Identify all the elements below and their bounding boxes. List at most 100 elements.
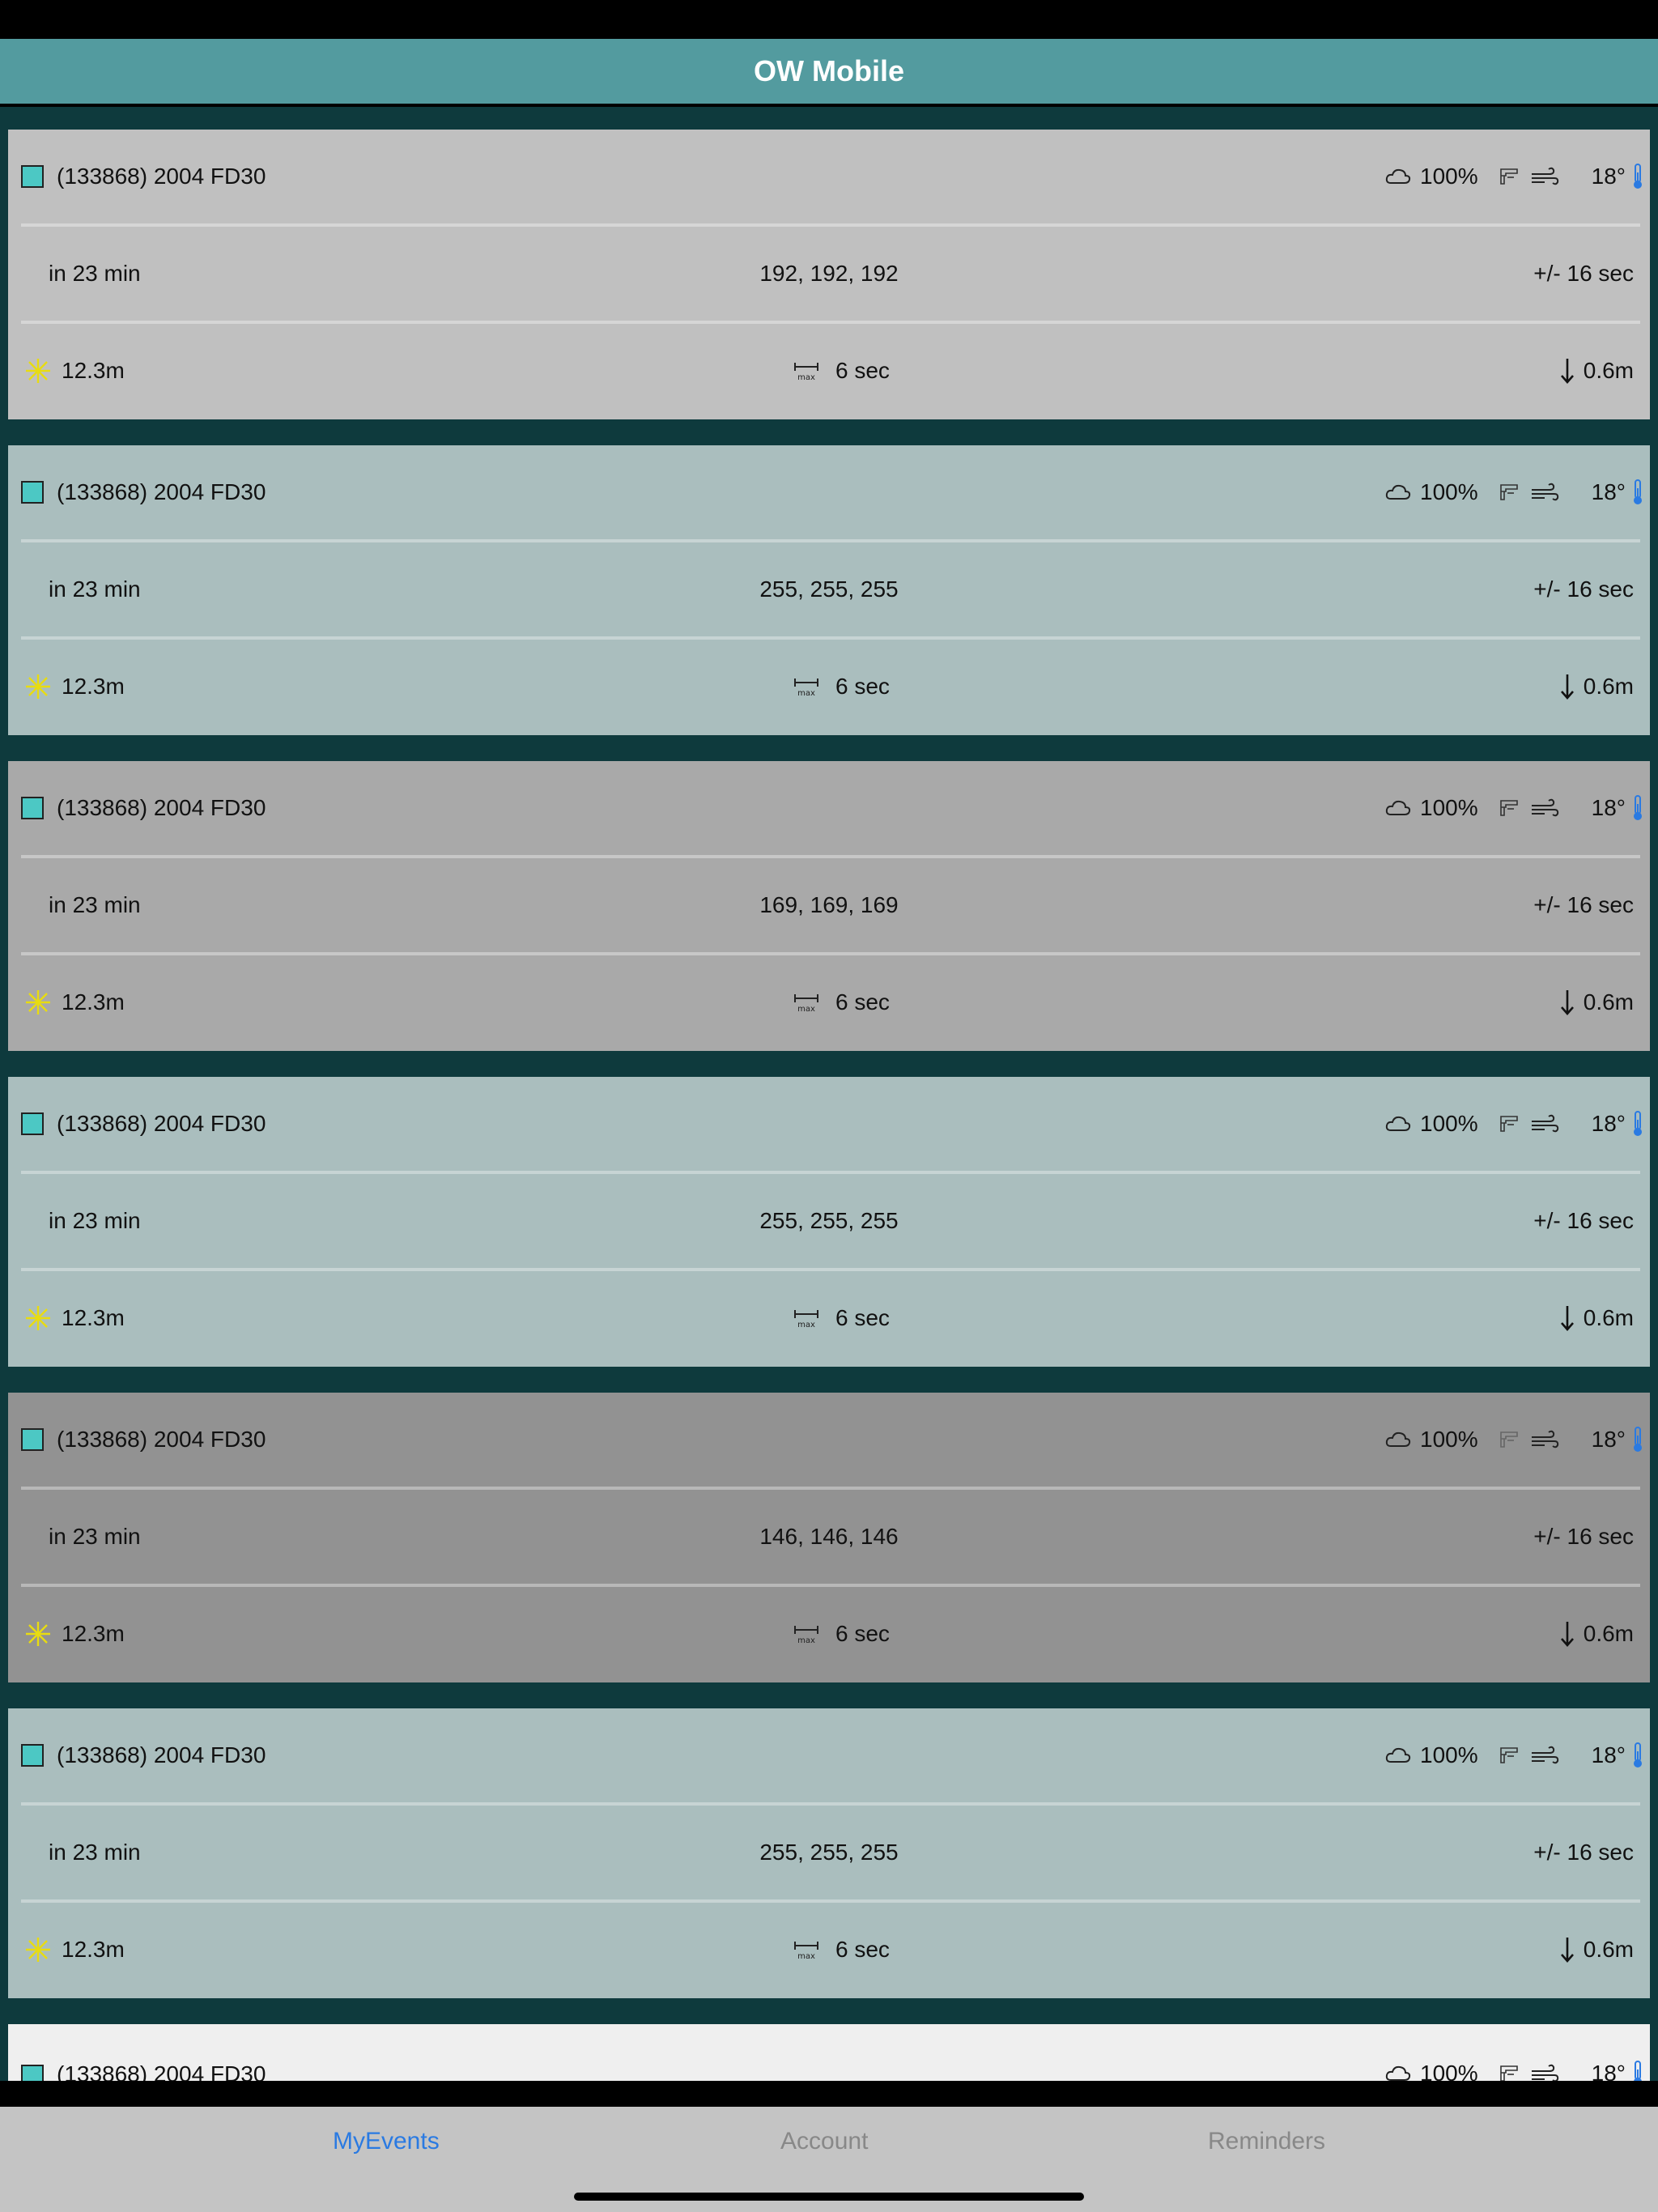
event-color-value: 255, 255, 255 [759,1208,899,1233]
thermometer-icon [1632,794,1643,822]
weather-summary: 100% 18° [1384,163,1643,190]
event-timing-row: in 23 min 255, 255, 255 +/- 16 sec [8,1174,1650,1268]
down-arrow-icon [1559,357,1575,385]
magnitude-drop: 0.6m [1559,357,1634,385]
rain-gauge-icon [1498,1113,1520,1134]
temperature: 18° [1591,1427,1626,1452]
event-name: (133868) 2004 FD30 [57,2061,266,2081]
tab-account[interactable]: Account [780,2128,868,2155]
wind-icon [1530,1429,1559,1450]
event-card[interactable]: (133868) 2004 FD30 100% 18° [8,2024,1650,2081]
duration-value: 6 sec [835,358,890,383]
event-name: (133868) 2004 FD30 [57,795,266,820]
cloud-icon [1384,2064,1412,2081]
temperature: 18° [1591,164,1626,189]
rain-gauge-icon [1498,1745,1520,1766]
event-name: (133868) 2004 FD30 [57,1742,266,1767]
sun-altitude: 12.3m [62,1621,125,1646]
max-duration: max 6 sec [793,1305,890,1331]
weather-summary: 100% 18° [1384,479,1643,506]
cloud-icon [1384,1430,1412,1449]
sun-icon [24,673,52,700]
tab-bar: MyEvents Account Reminders [0,2107,1658,2212]
event-card[interactable]: (133868) 2004 FD30 100% 18° in 23 min 25… [8,445,1650,735]
duration-value: 6 sec [835,1305,890,1330]
event-card[interactable]: (133868) 2004 FD30 100% 18° in 23 min 25… [8,1077,1650,1367]
wind-icon [1530,166,1559,187]
event-details-row: 12.3m max 6 sec 0.6m [8,640,1650,734]
thermometer-icon [1632,479,1643,506]
sun-icon [24,1620,52,1648]
event-header-row: (133868) 2004 FD30 100% 18° [8,445,1650,539]
status-bar [0,0,1658,39]
weather-summary: 100% 18° [1384,1742,1643,1769]
sun-icon [24,1304,52,1332]
event-color-value: 192, 192, 192 [759,261,899,286]
svg-text:max: max [797,1636,815,1645]
cloud-icon [1384,1746,1412,1765]
thermometer-icon [1632,1742,1643,1769]
down-arrow-icon [1559,1620,1575,1648]
event-color-value: 255, 255, 255 [759,576,899,602]
wind-icon [1530,2063,1559,2081]
temperature: 18° [1591,2061,1626,2081]
sun-icon [24,357,52,385]
max-duration: max 6 sec [793,1621,890,1647]
temperature: 18° [1591,795,1626,820]
cloud-icon [1384,1114,1412,1134]
weather-summary: 100% 18° [1384,1426,1643,1453]
event-card[interactable]: (133868) 2004 FD30 100% 18° in 23 min 19… [8,130,1650,419]
sun-icon [24,989,52,1016]
down-arrow-icon [1559,673,1575,700]
events-list[interactable]: (133868) 2004 FD30 100% 18° in 23 min 19… [0,107,1658,2081]
event-color-value: 255, 255, 255 [759,1840,899,1865]
cloud-percent: 100% [1420,1427,1478,1452]
cloud-icon [1384,167,1412,186]
event-card[interactable]: (133868) 2004 FD30 100% 18° in 23 min 14… [8,1393,1650,1682]
drop-value: 0.6m [1583,989,1634,1015]
list-bottom-edge [0,2081,1658,2107]
weather-summary: 100% 18° [1384,2060,1643,2081]
event-details-row: 12.3m max 6 sec 0.6m [8,324,1650,418]
cloud-percent: 100% [1420,795,1478,820]
event-color-marker [21,797,44,819]
event-details-row: 12.3m max 6 sec 0.6m [8,955,1650,1049]
cloud-percent: 100% [1420,164,1478,189]
svg-text:max: max [797,373,815,382]
event-name: (133868) 2004 FD30 [57,1111,266,1136]
wind-icon [1530,482,1559,503]
cloud-percent: 100% [1420,1111,1478,1136]
sun-altitude: 12.3m [62,1305,125,1330]
navigation-bar: OW Mobile [0,39,1658,107]
max-duration-icon: max [793,359,819,382]
drop-value: 0.6m [1583,1937,1634,1962]
max-duration: max 6 sec [793,989,890,1015]
event-color-marker [21,2065,44,2081]
duration-value: 6 sec [835,989,890,1015]
tab-reminders[interactable]: Reminders [1208,2128,1325,2155]
event-color-marker [21,1112,44,1135]
rain-gauge-icon [1498,1429,1520,1450]
magnitude-drop: 0.6m [1559,1304,1634,1332]
event-timing-row: in 23 min 255, 255, 255 +/- 16 sec [8,542,1650,636]
event-details-row: 12.3m max 6 sec 0.6m [8,1587,1650,1681]
rain-gauge-icon [1498,166,1520,187]
weather-summary: 100% 18° [1384,1110,1643,1138]
thermometer-icon [1632,1426,1643,1453]
magnitude-drop: 0.6m [1559,1620,1634,1648]
event-card[interactable]: (133868) 2004 FD30 100% 18° in 23 min 16… [8,761,1650,1051]
time-tolerance: +/- 16 sec [1533,1840,1634,1865]
magnitude-drop: 0.6m [1559,989,1634,1016]
event-card[interactable]: (133868) 2004 FD30 100% 18° in 23 min 25… [8,1708,1650,1998]
rain-gauge-icon [1498,482,1520,503]
time-tolerance: +/- 16 sec [1533,1208,1634,1233]
thermometer-icon [1632,2060,1643,2081]
event-header-row: (133868) 2004 FD30 100% 18° [8,1077,1650,1171]
cloud-icon [1384,483,1412,502]
max-duration-icon: max [793,1307,819,1329]
svg-text:max: max [797,1952,815,1961]
event-timing-row: in 23 min 146, 146, 146 +/- 16 sec [8,1490,1650,1584]
sun-altitude: 12.3m [62,674,125,699]
tab-myevents[interactable]: MyEvents [333,2128,440,2155]
home-indicator[interactable] [574,2193,1084,2201]
